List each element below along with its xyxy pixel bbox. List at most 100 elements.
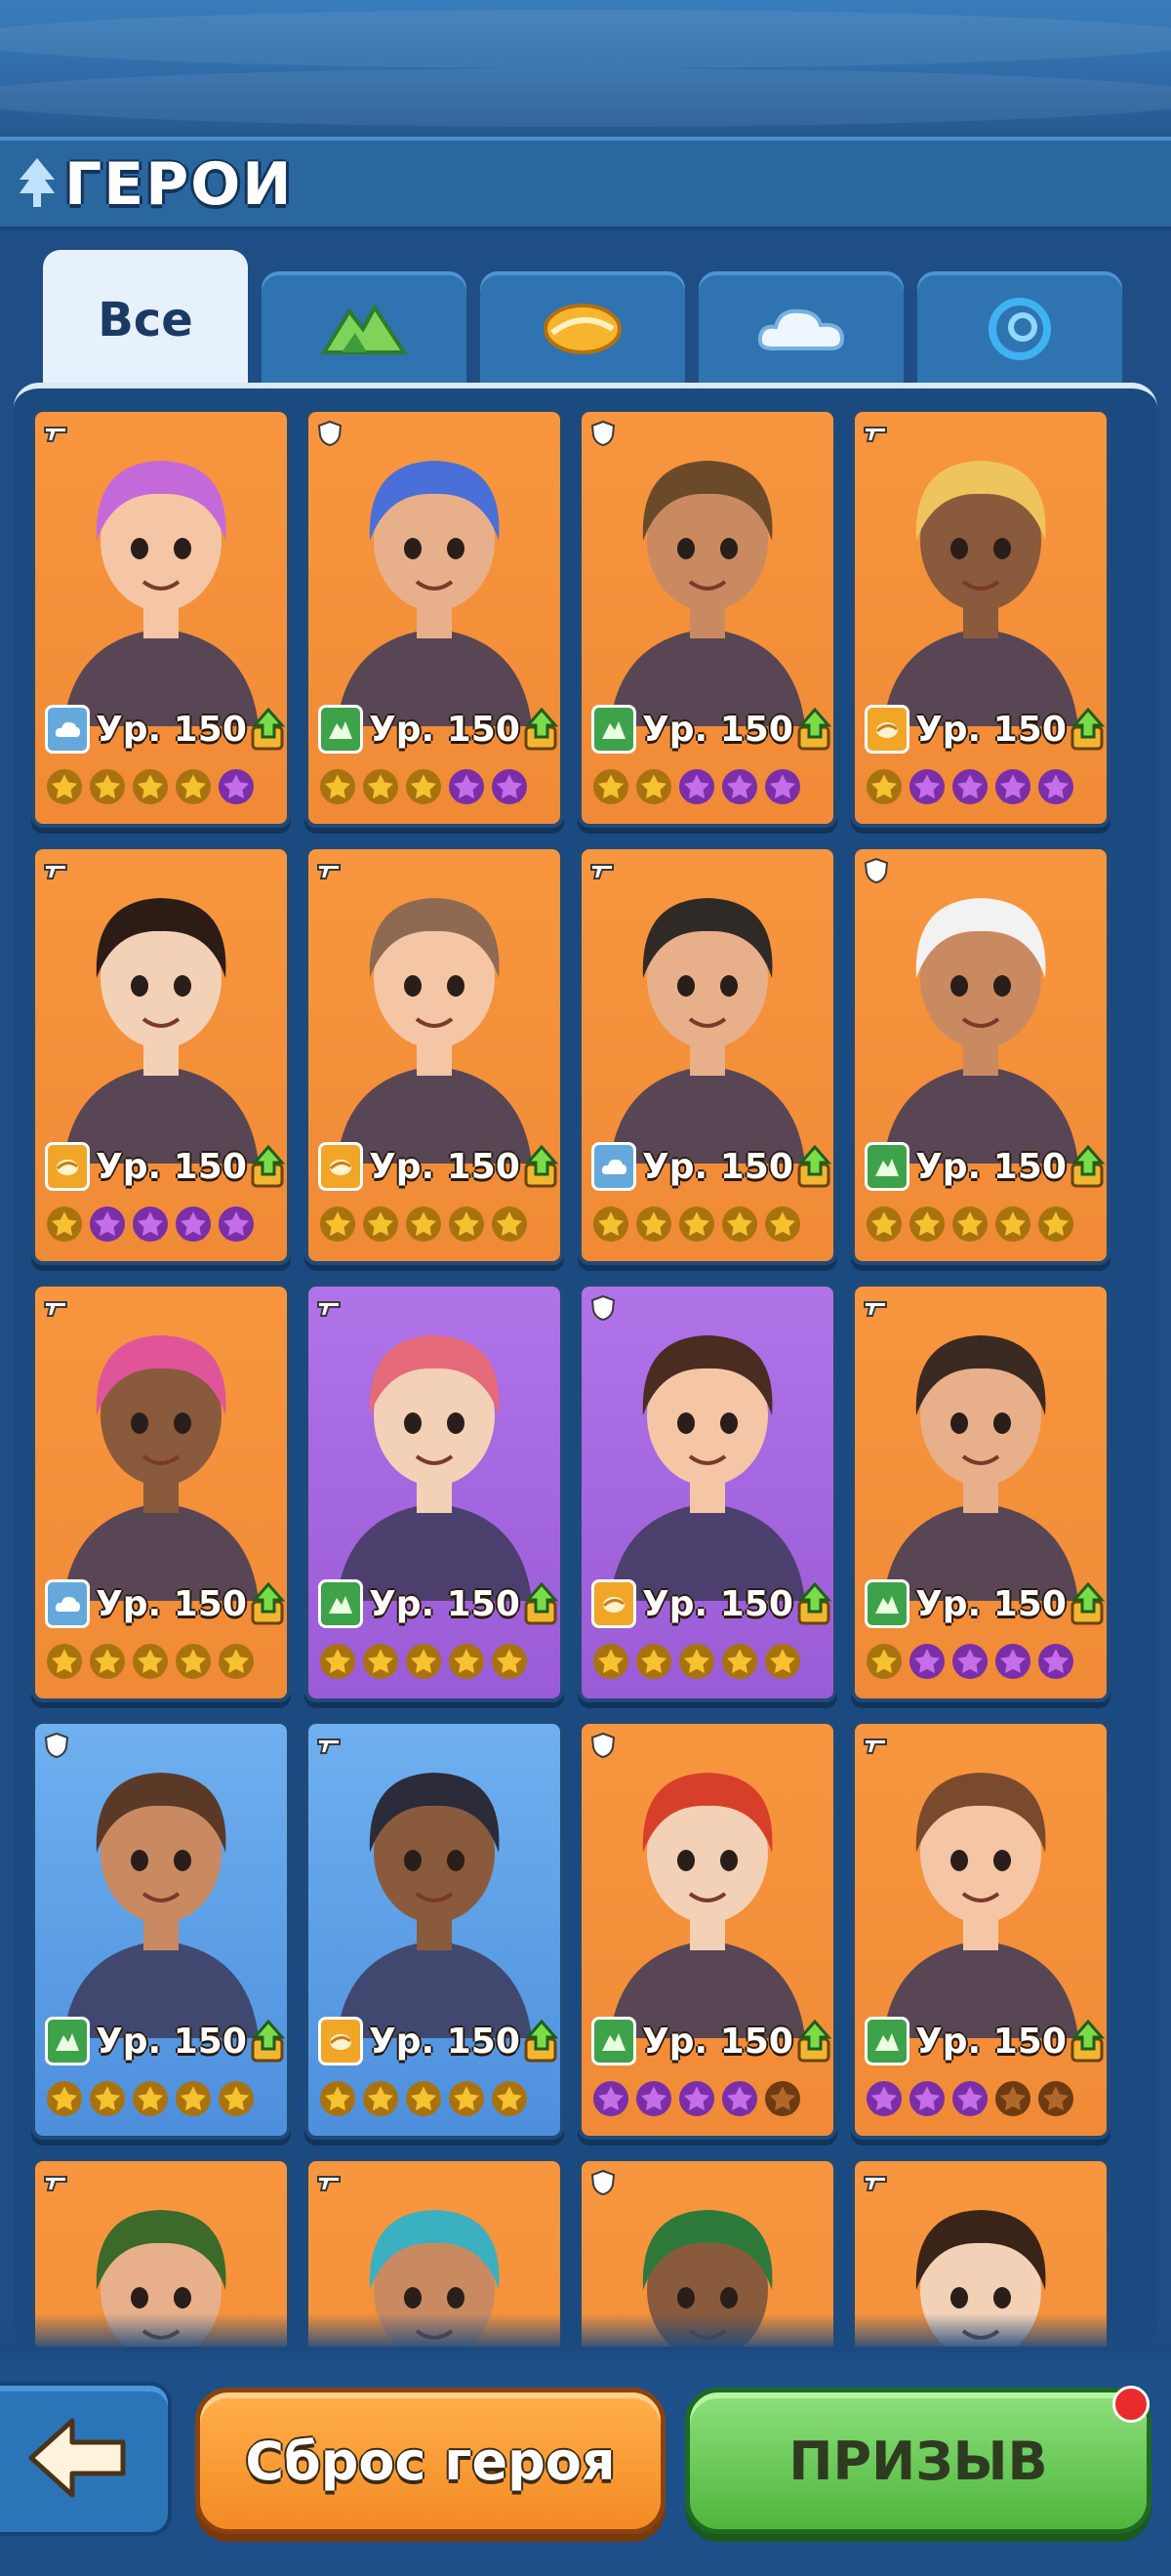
gold-star-icon: [867, 1206, 902, 1242]
mountain-element-icon: [320, 304, 408, 354]
hero-card[interactable]: Ур. 150: [304, 1283, 564, 1702]
element-tabs: Все: [43, 250, 1136, 390]
level-row: Ур. 150: [308, 705, 560, 754]
hero-portrait: [337, 1335, 532, 1601]
hero-card[interactable]: Ур. 150: [578, 845, 837, 1265]
gold-star-icon: [765, 1206, 800, 1242]
level-row: Ур. 150: [35, 2017, 287, 2065]
wave-decoration: [0, 10, 1171, 68]
tab-cloud[interactable]: [699, 271, 904, 387]
hero-card[interactable]: Ур. 150: [851, 1283, 1110, 1702]
gold-star-icon: [952, 1206, 988, 1242]
upgrade-arrow-icon: [251, 1582, 286, 1625]
sand-element-icon: [318, 1142, 363, 1191]
gold-star-icon: [636, 769, 671, 804]
hero-level: Ур. 150: [369, 709, 520, 750]
hero-level: Ур. 150: [96, 1146, 247, 1187]
gold-star-icon: [406, 1206, 441, 1242]
cloud-element-icon: [45, 1579, 90, 1628]
mountain-element-icon: [591, 705, 636, 754]
hero-level: Ур. 150: [642, 709, 793, 750]
star-rating: [318, 767, 552, 810]
purple-star-icon: [636, 2081, 671, 2116]
purple-star-icon: [593, 2081, 628, 2116]
empty-star-icon: [765, 2081, 800, 2116]
hero-card[interactable]: Ур. 150: [304, 408, 564, 828]
gold-star-icon: [320, 2081, 355, 2116]
hero-portrait: [610, 898, 805, 1164]
tab-water[interactable]: [917, 271, 1122, 387]
level-row: Ур. 150: [308, 1579, 560, 1628]
water-element-icon: [989, 298, 1051, 360]
purple-star-icon: [219, 769, 254, 804]
hero-level: Ур. 150: [915, 2021, 1067, 2062]
title-bar: ГЕРОИ: [0, 137, 1171, 230]
hero-level: Ур. 150: [96, 1583, 247, 1624]
sand-element-icon: [45, 1142, 90, 1191]
hero-card[interactable]: Ур. 150: [851, 408, 1110, 828]
gold-star-icon: [133, 769, 168, 804]
gold-star-icon: [219, 1644, 254, 1679]
upgrade-arrow-icon: [524, 708, 559, 751]
upgrade-arrow-icon: [1070, 1582, 1106, 1625]
purple-star-icon: [995, 1644, 1030, 1679]
back-button[interactable]: [0, 2382, 172, 2536]
hero-level: Ур. 150: [96, 709, 247, 750]
star-rating: [318, 1642, 552, 1685]
hero-card[interactable]: Ур. 150: [31, 1720, 291, 2140]
purple-star-icon: [176, 1206, 211, 1242]
tab-mountain[interactable]: [262, 271, 466, 387]
mountain-element-icon: [318, 705, 363, 754]
hero-card[interactable]: Ур. 150: [31, 1283, 291, 1702]
cloud-element-icon: [45, 705, 90, 754]
hero-card[interactable]: Ур. 150: [31, 845, 291, 1265]
summon-button[interactable]: ПРИЗЫВ: [685, 2388, 1151, 2534]
level-row: Ур. 150: [308, 2017, 560, 2065]
hero-card[interactable]: Ур. 150: [31, 408, 291, 828]
gold-star-icon: [722, 1644, 757, 1679]
hero-portrait: [883, 1773, 1078, 2038]
hero-card[interactable]: Ур. 150: [851, 1720, 1110, 2140]
hero-card[interactable]: Ур. 150: [304, 845, 564, 1265]
top-background: [0, 0, 1171, 137]
purple-star-icon: [952, 769, 988, 804]
hero-portrait: [337, 461, 532, 726]
wave-decoration: [0, 68, 1171, 127]
hero-portrait: [883, 898, 1078, 1164]
hero-card[interactable]: Ур. 150: [304, 1720, 564, 2140]
hero-card[interactable]: Ур. 150: [851, 845, 1110, 1265]
hero-portrait: [610, 461, 805, 726]
tab-all[interactable]: Все: [43, 250, 248, 390]
gold-star-icon: [47, 1644, 82, 1679]
purple-star-icon: [679, 769, 714, 804]
gold-star-icon: [320, 1644, 355, 1679]
gold-star-icon: [679, 1206, 714, 1242]
hero-portrait: [883, 1335, 1078, 1601]
level-row: Ур. 150: [582, 2017, 833, 2065]
gold-star-icon: [867, 769, 902, 804]
purple-star-icon: [909, 1644, 945, 1679]
level-row: Ур. 150: [35, 705, 287, 754]
level-row: Ур. 150: [855, 1579, 1107, 1628]
hero-card[interactable]: Ур. 150: [578, 408, 837, 828]
cloud-element-icon: [757, 308, 845, 350]
gold-star-icon: [449, 2081, 484, 2116]
reset-hero-button[interactable]: Сброс героя: [195, 2388, 666, 2534]
hero-card[interactable]: Ур. 150: [578, 1283, 837, 1702]
star-rating: [45, 2079, 279, 2122]
gold-star-icon: [765, 1644, 800, 1679]
star-rating: [45, 767, 279, 810]
hero-card[interactable]: Ур. 150: [578, 1720, 837, 2140]
gold-star-icon: [636, 1206, 671, 1242]
hero-level: Ур. 150: [96, 2021, 247, 2062]
gold-star-icon: [363, 2081, 398, 2116]
level-row: Ур. 150: [582, 1579, 833, 1628]
upgrade-arrow-icon: [251, 2020, 286, 2063]
gold-star-icon: [406, 769, 441, 804]
hero-level: Ур. 150: [915, 1146, 1067, 1187]
gold-star-icon: [363, 769, 398, 804]
purple-star-icon: [1038, 1644, 1073, 1679]
hero-level: Ур. 150: [642, 2021, 793, 2062]
sand-element-icon: [591, 1579, 636, 1628]
tab-sand[interactable]: [480, 271, 685, 387]
